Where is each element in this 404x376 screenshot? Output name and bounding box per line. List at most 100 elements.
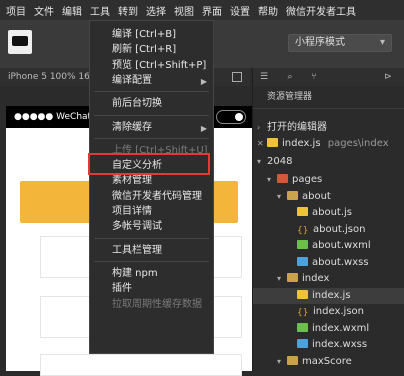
explorer-panel: ☰ ⌕ ⑂ ⊳ 资源管理器 › 打开的编辑器 ✕ index.js pages\in…: [252, 68, 404, 371]
explorer-title: 资源管理器: [253, 86, 404, 109]
tree-item[interactable]: ▾ pages: [253, 172, 404, 188]
tree-item-label: maxScore: [302, 355, 352, 367]
menu-5[interactable]: 选择: [146, 3, 166, 18]
menu-item: 上传 [Ctrl+Shift+U]: [112, 143, 208, 159]
menu-item-label: 上传 [Ctrl+Shift+U]: [112, 144, 208, 156]
tree-item[interactable]: ▾ about: [253, 189, 404, 205]
menu-8[interactable]: 设置: [230, 3, 250, 18]
chevron-down-icon: ▾: [277, 356, 282, 366]
open-editors-header[interactable]: › 打开的编辑器: [253, 120, 404, 136]
menu-item[interactable]: 多帐号调试: [112, 219, 162, 235]
chevron-down-icon: ▾: [277, 191, 282, 201]
files-icon[interactable]: ☰: [259, 72, 269, 82]
open-file-path: pages\index: [327, 138, 389, 149]
menu-6[interactable]: 视图: [174, 3, 194, 18]
js-icon: [297, 289, 308, 299]
menu-item-label: 前后台切换: [112, 98, 162, 110]
wxss-icon: [297, 339, 308, 348]
menu-item[interactable]: 项目详情: [112, 204, 152, 220]
tree-item[interactable]: index.wxss: [253, 337, 404, 353]
tree-item[interactable]: {} about.json: [253, 222, 404, 238]
menu-item[interactable]: 构建 npm: [112, 266, 158, 282]
tree-item-label: about.js: [312, 207, 353, 218]
open-editor-item[interactable]: ✕ index.js pages\index: [253, 136, 404, 152]
tree-item[interactable]: {} index.json: [253, 304, 404, 320]
menu-item[interactable]: 工具栏管理: [112, 243, 162, 259]
folder-icon: [287, 355, 298, 365]
menu-separator: [94, 260, 209, 262]
menu-10[interactable]: 微信开发者工具: [286, 3, 356, 18]
debug-icon[interactable]: ⊳: [383, 72, 393, 82]
menu-item[interactable]: 清除缓存: [112, 120, 152, 136]
menu-item-label: 多帐号调试: [112, 221, 162, 233]
tree-item[interactable]: about.wxss: [253, 255, 404, 271]
menu-item-label: 预览 [Ctrl+Shift+P]: [112, 59, 207, 71]
menu-7[interactable]: 界面: [202, 3, 222, 18]
tree-item-label: index.wxss: [312, 339, 368, 350]
menu-separator: [94, 114, 209, 116]
menu-item[interactable]: 编译 [Ctrl+B]: [112, 27, 176, 43]
menu-3[interactable]: 工具: [90, 3, 110, 18]
menu-1[interactable]: 文件: [34, 3, 54, 18]
wxss-icon: [297, 256, 308, 266]
chevron-down-icon: ▾: [379, 37, 385, 48]
menubar: 项目 文件 编辑 工具 转到 选择 视图 界面 设置 帮助 微信开发者工具: [0, 0, 404, 20]
search-icon[interactable]: ⌕: [285, 72, 295, 82]
chevron-down-icon: ▾: [257, 157, 262, 166]
js-file-icon: [267, 138, 278, 147]
menu-item[interactable]: 素材管理: [112, 173, 152, 189]
branch-icon[interactable]: ⑂: [309, 72, 319, 82]
tree-item-label: about.json: [313, 223, 366, 235]
folder-icon: [287, 273, 298, 282]
json-icon: {}: [297, 308, 309, 318]
menu-item[interactable]: 预览 [Ctrl+Shift+P]: [112, 58, 206, 74]
menu-item-label: 素材管理: [112, 175, 152, 187]
menu-item[interactable]: 刷新 [Ctrl+R]: [112, 42, 176, 58]
menu-item[interactable]: 编译配置: [112, 73, 152, 89]
folder-red-icon: [277, 174, 288, 183]
tree-item[interactable]: index.wxml: [253, 321, 404, 337]
menu-9[interactable]: 帮助: [258, 3, 278, 18]
menu-item: 拉取周期性缓存数据: [112, 297, 202, 313]
tree-item-label: pages: [292, 174, 323, 185]
chevron-right-icon: ▶: [200, 123, 207, 133]
device-label[interactable]: iPhone 5 100% 16: [8, 72, 90, 82]
tree-item-label: index: [302, 273, 330, 284]
menu-0[interactable]: 项目: [6, 3, 26, 18]
menu-item[interactable]: 微信开发者代码管理: [112, 189, 202, 205]
close-icon[interactable]: ✕: [257, 136, 267, 152]
chevron-right-icon: ›: [257, 123, 261, 132]
menu-item[interactable]: 插件: [112, 281, 132, 297]
menu-item-label: 工具栏管理: [112, 244, 162, 256]
menu-item-label: 刷新 [Ctrl+R]: [112, 44, 177, 56]
chevron-down-icon: ▾: [277, 274, 282, 283]
menu-item[interactable]: 自定义分析: [112, 158, 162, 174]
menu-item-label: 编译 [Ctrl+B]: [112, 29, 177, 40]
open-editors-label: 打开的编辑器: [267, 122, 327, 133]
project-header[interactable]: ▾ 2048: [253, 154, 404, 170]
menu-4[interactable]: 转到: [118, 3, 138, 18]
wxml-icon: [297, 240, 308, 249]
menu-separator: [94, 237, 209, 239]
tree-item-label: index.json: [313, 306, 364, 317]
tree-item-label: about.wxml: [312, 240, 371, 251]
menu-item-label: 项目详情: [112, 206, 152, 217]
tree-item[interactable]: ▾ index: [253, 271, 404, 287]
avatar[interactable]: [8, 30, 32, 54]
mode-select-value: 小程序模式: [295, 37, 345, 48]
menu-separator: [94, 137, 209, 139]
tree-item[interactable]: ▾ maxScore: [253, 354, 404, 370]
record-icon[interactable]: [216, 110, 246, 124]
tree-item[interactable]: about.wxml: [253, 238, 404, 254]
folder-icon: [287, 190, 298, 200]
popout-icon[interactable]: [232, 72, 242, 82]
menu-2[interactable]: 编辑: [62, 3, 82, 18]
chevron-down-icon: ▾: [267, 175, 272, 184]
menu-item[interactable]: 前后台切换: [112, 96, 162, 112]
menu-separator: [94, 91, 209, 93]
mode-select[interactable]: 小程序模式 ▾: [288, 34, 392, 52]
tree-item[interactable]: index.js: [253, 287, 404, 304]
wxml-icon: [297, 322, 308, 332]
open-file-name: index.js: [282, 138, 321, 149]
tree-item[interactable]: about.js: [253, 205, 404, 221]
